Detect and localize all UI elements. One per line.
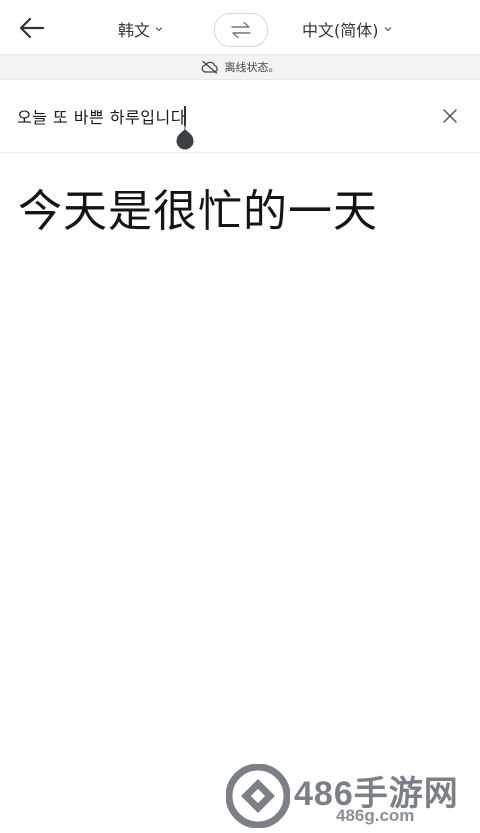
offline-status-bar: 离线状态。 bbox=[0, 54, 480, 80]
text-caret bbox=[184, 106, 186, 126]
back-button[interactable] bbox=[16, 12, 48, 44]
arrow-left-icon bbox=[19, 17, 45, 39]
chevron-down-icon bbox=[384, 27, 391, 32]
top-bar: 韩文 中文(简体) bbox=[0, 0, 480, 54]
offline-status-text: 离线状态。 bbox=[224, 61, 280, 74]
watermark-logo-icon bbox=[226, 764, 290, 828]
translation-result: 今天是很忙的一天 bbox=[18, 186, 378, 237]
source-text[interactable]: 오늘 또 바쁜 하루입니다 bbox=[17, 104, 186, 128]
watermark: 486手游网 486g.com bbox=[224, 762, 480, 833]
cloud-off-icon bbox=[201, 60, 218, 74]
watermark-url: 486g.com bbox=[336, 806, 415, 825]
swap-languages-button[interactable] bbox=[214, 13, 268, 47]
close-icon bbox=[443, 109, 457, 123]
selection-handle-icon[interactable] bbox=[176, 124, 194, 150]
source-input-area[interactable]: 오늘 또 바쁜 하루입니다 bbox=[0, 80, 480, 153]
source-language-label: 韩文 bbox=[118, 21, 151, 40]
swap-arrows-icon bbox=[231, 21, 251, 39]
source-language-selector[interactable]: 韩文 bbox=[118, 17, 164, 41]
chevron-down-icon bbox=[155, 27, 163, 32]
clear-input-button[interactable] bbox=[436, 102, 464, 130]
target-language-label: 中文(简体) bbox=[302, 21, 379, 40]
target-language-selector[interactable]: 中文(简体) bbox=[302, 17, 393, 41]
